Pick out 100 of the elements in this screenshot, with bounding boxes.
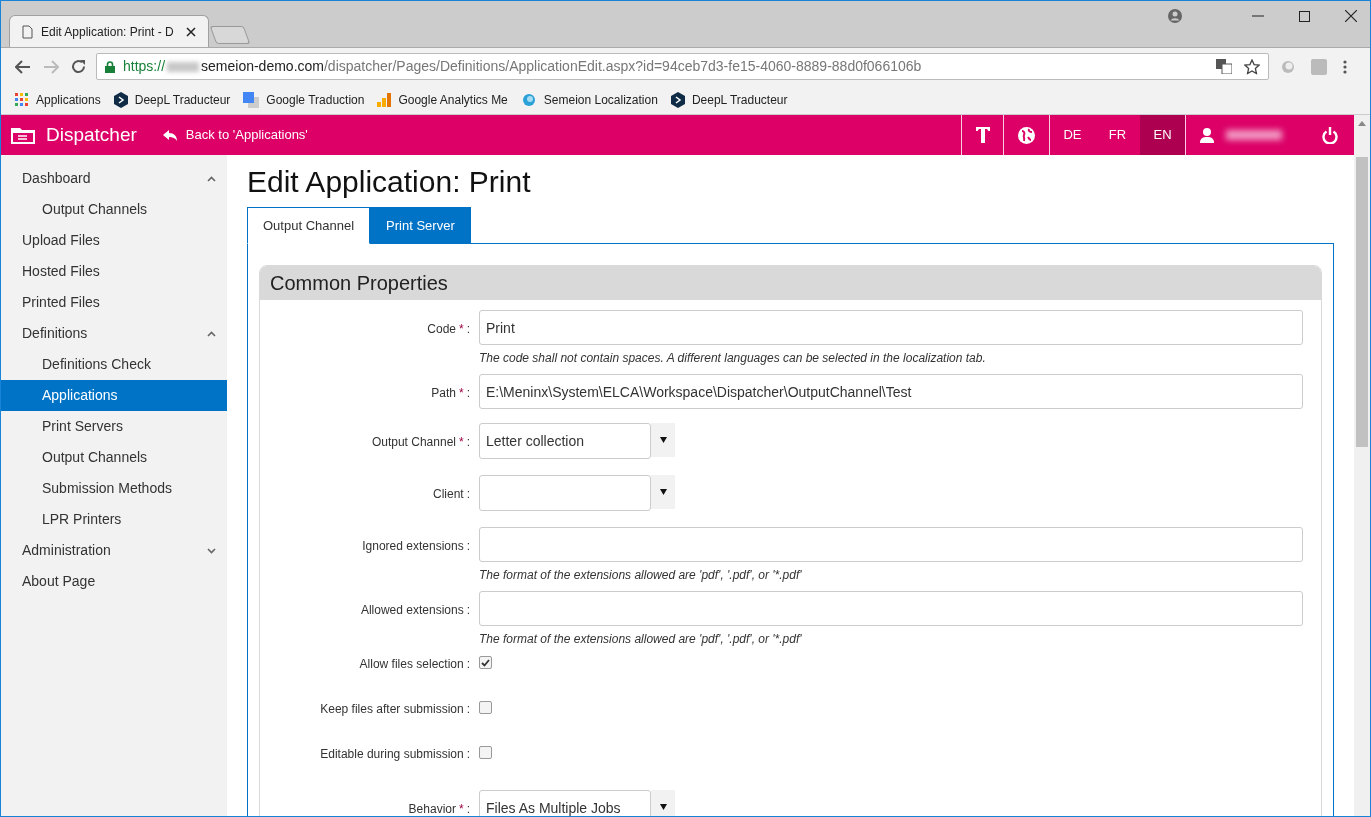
redacted-text [1226,130,1282,140]
bookmark[interactable]: DeepL Traducteur [113,90,231,109]
close-icon[interactable] [1345,10,1357,22]
required-mark: * [459,801,464,816]
required-mark: * [459,385,464,402]
text-field[interactable]: Print [479,310,1303,345]
checkbox[interactable] [479,656,492,669]
label-colon: : [466,434,470,451]
hexagon-icon [670,91,685,108]
required-mark: * [459,434,464,451]
scroll-up-icon[interactable] [1358,121,1366,126]
redacted-text [167,61,200,72]
sidebar-item[interactable]: Hosted Files [1,256,227,287]
checkbox[interactable] [479,701,492,714]
star-icon[interactable] [1244,58,1260,75]
field-label: Editable during submission [320,746,464,763]
label-colon: : [466,746,470,763]
field-label: Ignored extensions [362,538,464,555]
language-option[interactable]: FR [1095,115,1140,155]
sidebar-item[interactable]: Upload Files [1,225,227,256]
caret-icon [659,437,667,443]
field-label: Behavior [408,801,456,816]
bookmark[interactable]: Semeion Localization [520,90,658,109]
required-mark: * [459,321,464,338]
bookmark[interactable]: Google Analytics Me [377,90,508,109]
sidebar-item[interactable]: Print Servers [1,411,227,442]
label-colon: : [466,701,470,718]
sidebar-item[interactable]: Printed Files [1,287,227,318]
bookmark[interactable]: DeepL Traducteur [670,90,788,109]
field-label: Path [431,385,456,402]
scrollbar-thumb[interactable] [1356,157,1368,447]
section-title: Common Properties [270,271,448,296]
folder-icon [11,126,35,144]
field-label: Keep files after submission [320,701,464,718]
text-icon [975,127,990,143]
chevron-down-icon [207,547,216,554]
label-colon: : [466,385,470,402]
sidebar-item[interactable]: About Page [1,566,227,597]
text-field[interactable] [479,591,1303,626]
sidebar-item[interactable]: Definitions [1,318,227,349]
sidebar-item[interactable]: Submission Methods [1,473,227,504]
field-label: Code [427,321,456,338]
tab[interactable]: Output Channel [247,207,371,244]
chevron-up-icon [207,175,216,182]
sidebar-item[interactable]: Output Channels [1,442,227,473]
sidebar-item[interactable]: Definitions Check [1,349,227,380]
caret-icon [659,804,667,810]
sidebar-item[interactable]: LPR Printers [1,504,227,535]
label-colon: : [466,538,470,555]
text-field[interactable]: E:\Meninx\System\ELCA\Workspace\Dispatcher\OutputChannel\Test [479,374,1303,409]
reload-icon[interactable] [71,59,86,74]
label-colon: : [466,602,470,619]
dropdown-field[interactable] [479,475,651,511]
field-label: Output Channel [371,434,456,451]
text-field[interactable] [479,527,1303,562]
url-path: /dispatcher/Pages/Definitions/ApplicationEdit.aspx?id=94ceb7d3-fe15-4060-8889-88d0f066106b [323,57,922,76]
maximize-icon[interactable] [1299,10,1310,22]
url-scheme: https:// [123,57,166,76]
bookmark[interactable]: Google Traduction [243,90,365,109]
dropdown-toggle[interactable] [651,423,675,457]
translate-icon [243,91,260,108]
checkbox[interactable] [479,746,492,759]
swirl-icon [520,92,537,107]
dropdown-toggle[interactable] [651,475,675,509]
hexagon-icon [113,91,128,108]
caret-icon [659,489,667,495]
bar-chart-icon [377,92,392,107]
sidebar-item[interactable]: Applications [1,380,227,411]
field-label: Allowed extensions [360,602,464,619]
page-icon [22,24,33,39]
app-title: Dispatcher [46,122,137,147]
back-link[interactable]: Back to 'Applications' [162,125,308,145]
sidebar-item[interactable]: Administration [1,535,227,566]
label-colon: : [466,801,470,816]
label-colon: : [466,656,470,673]
sidebar-item[interactable]: Output Channels [1,194,227,225]
close-icon[interactable] [186,26,196,37]
scrollbar[interactable] [1354,155,1370,816]
label-colon: : [466,486,470,503]
reply-arrow-icon [162,129,177,141]
help-text: The format of the extensions allowed are 'pdf', '.pdf', or '*.pdf' [479,631,803,648]
dropdown-toggle[interactable] [651,790,675,816]
tab[interactable]: Print Server [370,207,471,244]
label-colon: : [466,321,470,338]
translate-icon[interactable] [1216,59,1232,74]
menu-icon[interactable] [1343,59,1347,74]
page-title: Edit Application: Print [247,167,532,197]
language-option[interactable]: EN [1140,115,1185,155]
profile-icon[interactable] [1168,9,1182,23]
url-host: semeion-demo.com [201,57,324,76]
apps-grid-icon [15,92,29,107]
sidebar-item[interactable]: Dashboard [1,163,227,194]
field-label: Client [432,486,464,503]
language-option[interactable]: DE [1050,115,1095,155]
back-arrow-icon[interactable] [15,59,31,74]
address-field[interactable]: https:// semeion-demo.com/dispatcher/Pages/Definitions/ApplicationEdit.aspx?id=94ceb7d3-fe15-4060-8889-88d0f066106b [96,53,1269,80]
globe-icon [1018,126,1035,144]
browser-tab[interactable]: Edit Application: Print - D [9,15,209,47]
bookmark[interactable]: Applications [15,90,101,109]
dropdown-field[interactable]: Letter collection [479,423,651,459]
